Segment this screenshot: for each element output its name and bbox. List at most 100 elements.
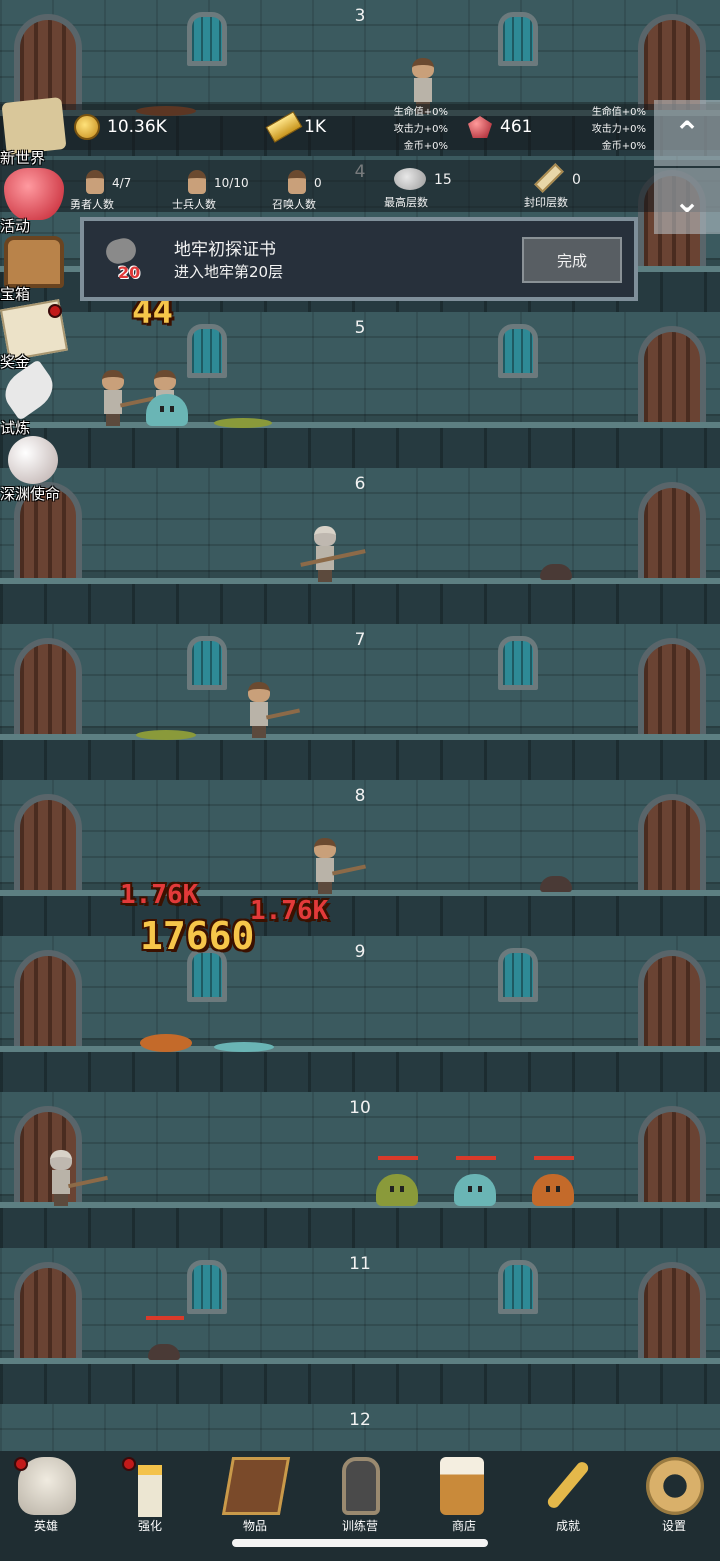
book-icon (221, 1457, 291, 1515)
nav-label: 商店 (451, 1519, 476, 1533)
side-menu-new-world[interactable]: 新世界 (0, 97, 70, 167)
floor-number: 10 (349, 1098, 371, 1118)
nav-label: 训练营 (341, 1519, 378, 1533)
floor-11: 11 (0, 1248, 720, 1404)
enemy-hp-bar (378, 1156, 418, 1160)
floor-door (638, 1262, 706, 1358)
side-menu-treasure[interactable]: 宝箱 (0, 236, 70, 303)
nav-achievements[interactable]: 成就 (518, 1451, 618, 1561)
bottom-nav: 英雄 强化 物品 训练营 商店 成就 设置 (0, 1451, 720, 1561)
nav-settings[interactable]: 设置 (624, 1451, 720, 1561)
floor-door (14, 638, 82, 734)
slime-remains (214, 418, 272, 428)
slime-enemy (146, 394, 188, 426)
nav-label: 强化 (137, 1519, 162, 1533)
achievement-title: 地牢初探证书 (174, 240, 276, 260)
max-floor-label: 最高层数 (384, 196, 428, 209)
spider-enemy (540, 564, 572, 580)
coin-icon (74, 114, 100, 140)
damage-number: 17660 (140, 914, 255, 958)
hero-sprite (50, 1150, 108, 1206)
nav-label: 英雄 (33, 1519, 58, 1533)
floor-door (14, 14, 82, 110)
nav-upgrade[interactable]: 强化 (100, 1451, 200, 1561)
slime-enemy (532, 1174, 574, 1206)
floor-number: 11 (349, 1254, 371, 1274)
max-floor-value: 15 (434, 172, 452, 188)
chevron-up-icon: ⌃ (673, 114, 701, 152)
hero-sprite (248, 682, 301, 738)
side-menu-events[interactable]: 活动 (0, 168, 70, 235)
floor-10: 10 (0, 1092, 720, 1248)
floor-door (14, 794, 82, 890)
sealed-floor-label: 封印层数 (524, 196, 568, 209)
achievement-description: 进入地牢第20层 (174, 263, 284, 281)
lantern-icon (342, 1457, 380, 1515)
chevron-down-icon: ⌄ (673, 182, 701, 220)
soldier-count-value: 10/10 (214, 176, 249, 190)
hero-sprite (102, 370, 155, 426)
floor-door (638, 326, 706, 422)
floor-number: 8 (354, 786, 366, 806)
side-menu-abyss-mission[interactable]: 深渊使命 (0, 436, 70, 503)
enemy-hp-bar (146, 1316, 184, 1320)
side-menu-bonus[interactable]: 奖金 (0, 299, 70, 371)
hero-count-value: 4/7 (112, 176, 132, 190)
nav-label: 物品 (242, 1519, 267, 1533)
achievement-popup: 20 地牢初探证书 进入地牢第20层 完成 (80, 217, 638, 301)
floor-door (638, 638, 706, 734)
summon-count-value: 0 (314, 176, 322, 190)
floor-door (14, 1262, 82, 1358)
side-menu-label: 深渊使命 (0, 485, 61, 503)
soldier-count-icon (188, 170, 206, 194)
gear-icon (646, 1457, 704, 1515)
floor-number: 6 (354, 474, 366, 494)
side-menu-label: 试炼 (0, 419, 31, 437)
achievement-icon: 20 (102, 235, 142, 282)
scroll-down-button[interactable]: ⌄ (654, 168, 720, 234)
complete-button[interactable]: 完成 (522, 237, 622, 283)
bonus-stats-right: 生命值+0% 攻击力+0% 金币+0% (591, 107, 646, 152)
soldier-count-label: 士兵人数 (172, 198, 216, 211)
floor-8: 8 (0, 780, 720, 936)
summon-count-icon (288, 170, 306, 194)
hero-count-label: 勇者人数 (70, 198, 114, 211)
floor-6: 6 (0, 468, 720, 624)
side-menu-label: 宝箱 (0, 285, 31, 303)
bonus-stats-left: 生命值+0% 攻击力+0% 金币+0% (393, 107, 448, 152)
notification-dot (48, 304, 62, 318)
floor-5: 5 (0, 312, 720, 468)
gold-bar-count: 1K (304, 117, 326, 137)
chest-icon (4, 236, 64, 288)
side-menu-trial[interactable]: 试炼 (0, 359, 70, 437)
slime-remains (214, 1042, 274, 1052)
pearl-icon (8, 436, 58, 484)
damage-number: 1.76K (250, 896, 329, 926)
scroll-up-button[interactable]: ⌃ (654, 100, 720, 166)
summon-count-label: 召唤人数 (272, 198, 316, 211)
nav-label: 设置 (661, 1519, 686, 1533)
heart-icon (4, 168, 64, 220)
floor-door (638, 14, 706, 110)
spider-enemy (148, 1344, 180, 1360)
notification-dot (122, 1457, 136, 1471)
key-icon (545, 1459, 591, 1511)
floor-door (638, 794, 706, 890)
enemy-hp-bar (534, 1156, 574, 1160)
slime-remains (140, 1034, 192, 1052)
stone-icon (394, 168, 426, 190)
hero-sprite (300, 526, 366, 582)
enemy-hp-bar (456, 1156, 496, 1160)
side-menu-label: 活动 (0, 217, 31, 235)
hero-sprite (314, 838, 367, 894)
nav-heroes[interactable]: 英雄 (0, 1451, 96, 1561)
damage-number: 1.76K (120, 880, 199, 910)
gem-count: 461 (500, 117, 533, 137)
spider-enemy (540, 876, 572, 892)
floor-number: 12 (349, 1410, 371, 1430)
achievement-badge: 20 (118, 263, 141, 282)
nav-label: 成就 (555, 1519, 580, 1533)
home-indicator[interactable] (232, 1539, 488, 1547)
coin-count: 10.36K (107, 117, 167, 137)
floor-number: 3 (354, 6, 366, 26)
